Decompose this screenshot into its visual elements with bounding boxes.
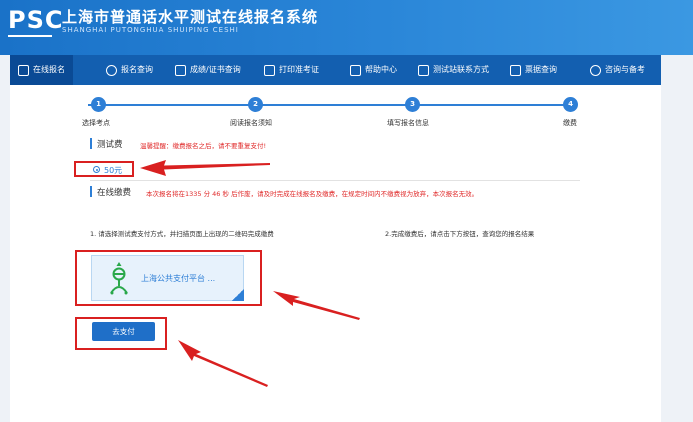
arrow-to-pay-button bbox=[178, 340, 268, 387]
arrow-to-payment-method bbox=[273, 291, 360, 320]
arrow-to-fee-option bbox=[140, 160, 270, 176]
annotation-arrows bbox=[140, 160, 360, 387]
